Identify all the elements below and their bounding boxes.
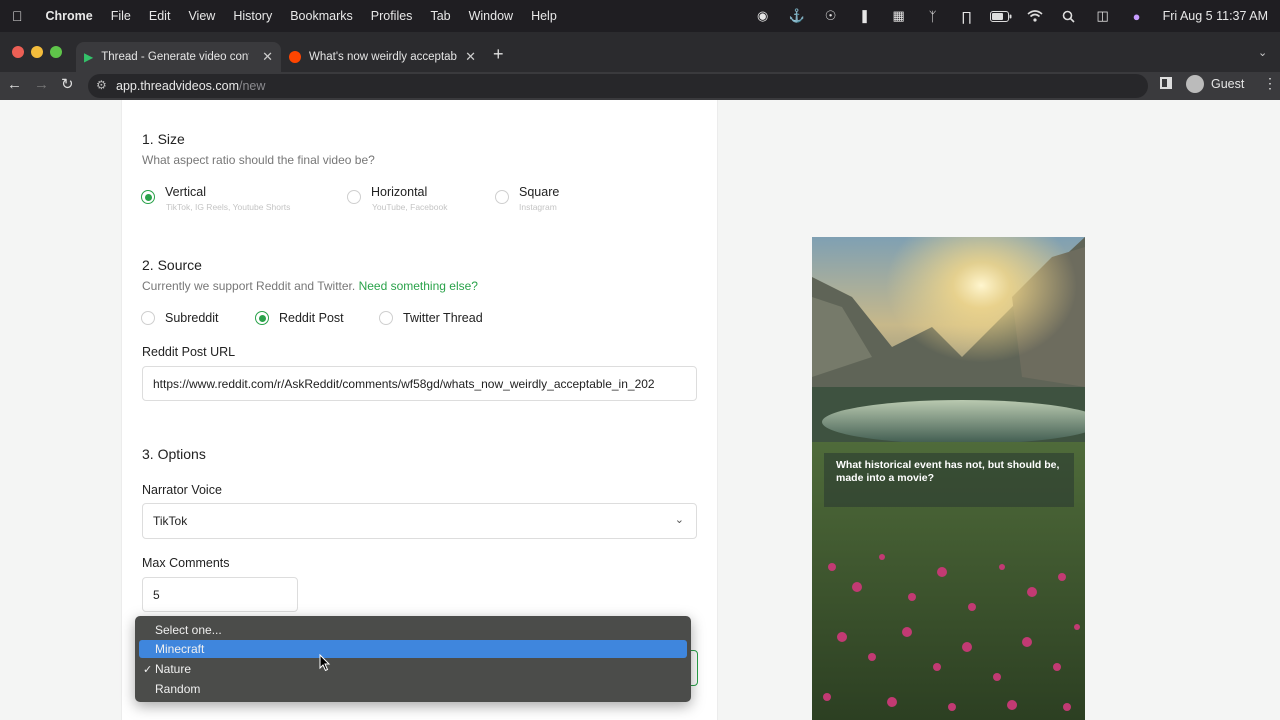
section-source-title: 2. Source xyxy=(142,257,202,273)
narrator-voice-select[interactable]: TikTok ⌄ xyxy=(142,503,697,539)
tab-reddit[interactable]: What's now weirdly acceptable ✕ xyxy=(281,42,484,72)
menu-file[interactable]: File xyxy=(102,9,140,23)
option-label: Random xyxy=(155,682,201,696)
dropdown-option-select-one[interactable]: Select one... xyxy=(139,621,687,639)
radio-square[interactable] xyxy=(495,190,509,204)
airpods-icon[interactable]: ∏ xyxy=(950,0,984,32)
checkmark-icon: ✓ xyxy=(143,663,153,676)
close-tab-icon[interactable]: ✕ xyxy=(465,49,476,65)
play-icon: ▶ xyxy=(84,50,94,64)
radio-square-hint: Instagram xyxy=(519,202,557,212)
radio-vertical-hint: TikTok, IG Reels, Youtube Shorts xyxy=(166,202,291,212)
menu-profiles[interactable]: Profiles xyxy=(362,9,422,23)
menubar-clock[interactable]: Fri Aug 5 11:37 AM xyxy=(1154,9,1280,23)
source-support-text: Currently we support Reddit and Twitter. xyxy=(142,279,356,293)
radio-square-label[interactable]: Square xyxy=(519,185,559,199)
dropdown-option-random[interactable]: Random xyxy=(139,680,687,698)
control-center-icon[interactable]: ◫ xyxy=(1086,0,1120,32)
dropdown-option-nature[interactable]: ✓ Nature xyxy=(139,660,687,678)
radio-horizontal-hint: YouTube, Facebook xyxy=(372,202,448,212)
pause-circle-icon[interactable]: ❚ xyxy=(848,0,882,32)
radio-twitter-thread-label[interactable]: Twitter Thread xyxy=(403,311,483,325)
side-panel-icon[interactable] xyxy=(1160,77,1172,89)
video-caption: What historical event has not, but shoul… xyxy=(824,453,1074,507)
max-comments-input[interactable]: 5 xyxy=(142,577,298,612)
battery-icon[interactable] xyxy=(984,0,1018,32)
tab-title: Thread - Generate video conte xyxy=(101,51,250,63)
radio-subreddit-label[interactable]: Subreddit xyxy=(165,311,219,325)
address-bar[interactable]: ⚙ app.threadvideos.com/new xyxy=(88,74,1148,98)
dropdown-option-minecraft[interactable]: Minecraft xyxy=(139,640,687,658)
record-icon[interactable]: ◉ xyxy=(746,0,780,32)
radio-vertical[interactable] xyxy=(141,190,155,204)
section-size-title: 1. Size xyxy=(142,131,185,147)
spotlight-search-icon[interactable] xyxy=(1052,0,1086,32)
chrome-menu-icon[interactable]: ⋮ xyxy=(1263,75,1277,92)
section-size-subtitle: What aspect ratio should the final video… xyxy=(142,153,375,167)
menu-view[interactable]: View xyxy=(179,9,224,23)
tab-title: What's now weirdly acceptable xyxy=(309,51,457,63)
reload-button[interactable]: ↻ xyxy=(61,75,74,93)
maximize-window-button[interactable] xyxy=(50,46,62,58)
siri-icon[interactable]: ● xyxy=(1120,0,1154,32)
bluetooth-icon[interactable]: ᛉ xyxy=(916,0,950,32)
reddit-icon xyxy=(289,51,301,63)
narrator-voice-value: TikTok xyxy=(153,514,188,528)
reddit-post-url-label: Reddit Post URL xyxy=(142,345,236,359)
menu-chrome[interactable]: Chrome xyxy=(32,9,102,23)
background-dropdown-menu: Select one... Minecraft ✓ Nature Random xyxy=(135,616,691,702)
section-source-subtitle: Currently we support Reddit and Twitter.… xyxy=(142,279,478,293)
docker-icon[interactable]: ⚓ xyxy=(780,0,814,32)
tab-search-icon[interactable]: ⌄ xyxy=(1258,46,1267,59)
menu-edit[interactable]: Edit xyxy=(140,9,180,23)
narrator-voice-label: Narrator Voice xyxy=(142,483,222,497)
url-path: /new xyxy=(239,79,266,93)
radio-reddit-post[interactable] xyxy=(255,311,269,325)
back-button[interactable]: ← xyxy=(7,76,22,93)
profile-label[interactable]: Guest xyxy=(1211,77,1244,91)
menu-window[interactable]: Window xyxy=(460,9,522,23)
minimize-window-button[interactable] xyxy=(31,46,43,58)
url-host: app.threadvideos.com xyxy=(116,79,239,93)
option-label: Minecraft xyxy=(155,642,205,656)
section-options-title: 3. Options xyxy=(142,446,206,462)
macos-menubar:  Chrome File Edit View History Bookmark… xyxy=(0,0,1280,32)
menu-help[interactable]: Help xyxy=(522,9,566,23)
radio-reddit-post-label[interactable]: Reddit Post xyxy=(279,311,344,325)
mouse-cursor-icon xyxy=(319,654,331,672)
apple-menu-icon[interactable]:  xyxy=(0,8,32,24)
need-something-else-link[interactable]: Need something else? xyxy=(359,279,478,293)
option-label: Select one... xyxy=(155,623,222,637)
radio-vertical-label[interactable]: Vertical xyxy=(165,185,206,199)
new-tab-button[interactable]: + xyxy=(493,44,504,65)
site-info-icon[interactable]: ⚙ xyxy=(96,78,107,92)
close-tab-icon[interactable]: ✕ xyxy=(262,49,273,65)
tab-thread[interactable]: ▶ Thread - Generate video conte ✕ xyxy=(76,42,281,72)
grid-icon[interactable]: ▦ xyxy=(882,0,916,32)
max-comments-label: Max Comments xyxy=(142,556,230,570)
radio-twitter-thread[interactable] xyxy=(379,311,393,325)
forward-button[interactable]: → xyxy=(34,76,49,93)
reddit-post-url-input[interactable]: https://www.reddit.com/r/AskReddit/comme… xyxy=(142,366,697,401)
profile-avatar-icon[interactable] xyxy=(1186,75,1204,93)
menu-history[interactable]: History xyxy=(224,9,281,23)
menu-bookmarks[interactable]: Bookmarks xyxy=(281,9,362,23)
radio-horizontal-label[interactable]: Horizontal xyxy=(371,185,427,199)
menu-tab[interactable]: Tab xyxy=(421,9,459,23)
chevron-down-icon: ⌄ xyxy=(674,514,684,526)
close-window-button[interactable] xyxy=(12,46,24,58)
radio-horizontal[interactable] xyxy=(347,190,361,204)
radio-subreddit[interactable] xyxy=(141,311,155,325)
cast-icon[interactable]: ☉ xyxy=(814,0,848,32)
wifi-icon[interactable] xyxy=(1018,0,1052,32)
option-label: Nature xyxy=(155,662,192,676)
